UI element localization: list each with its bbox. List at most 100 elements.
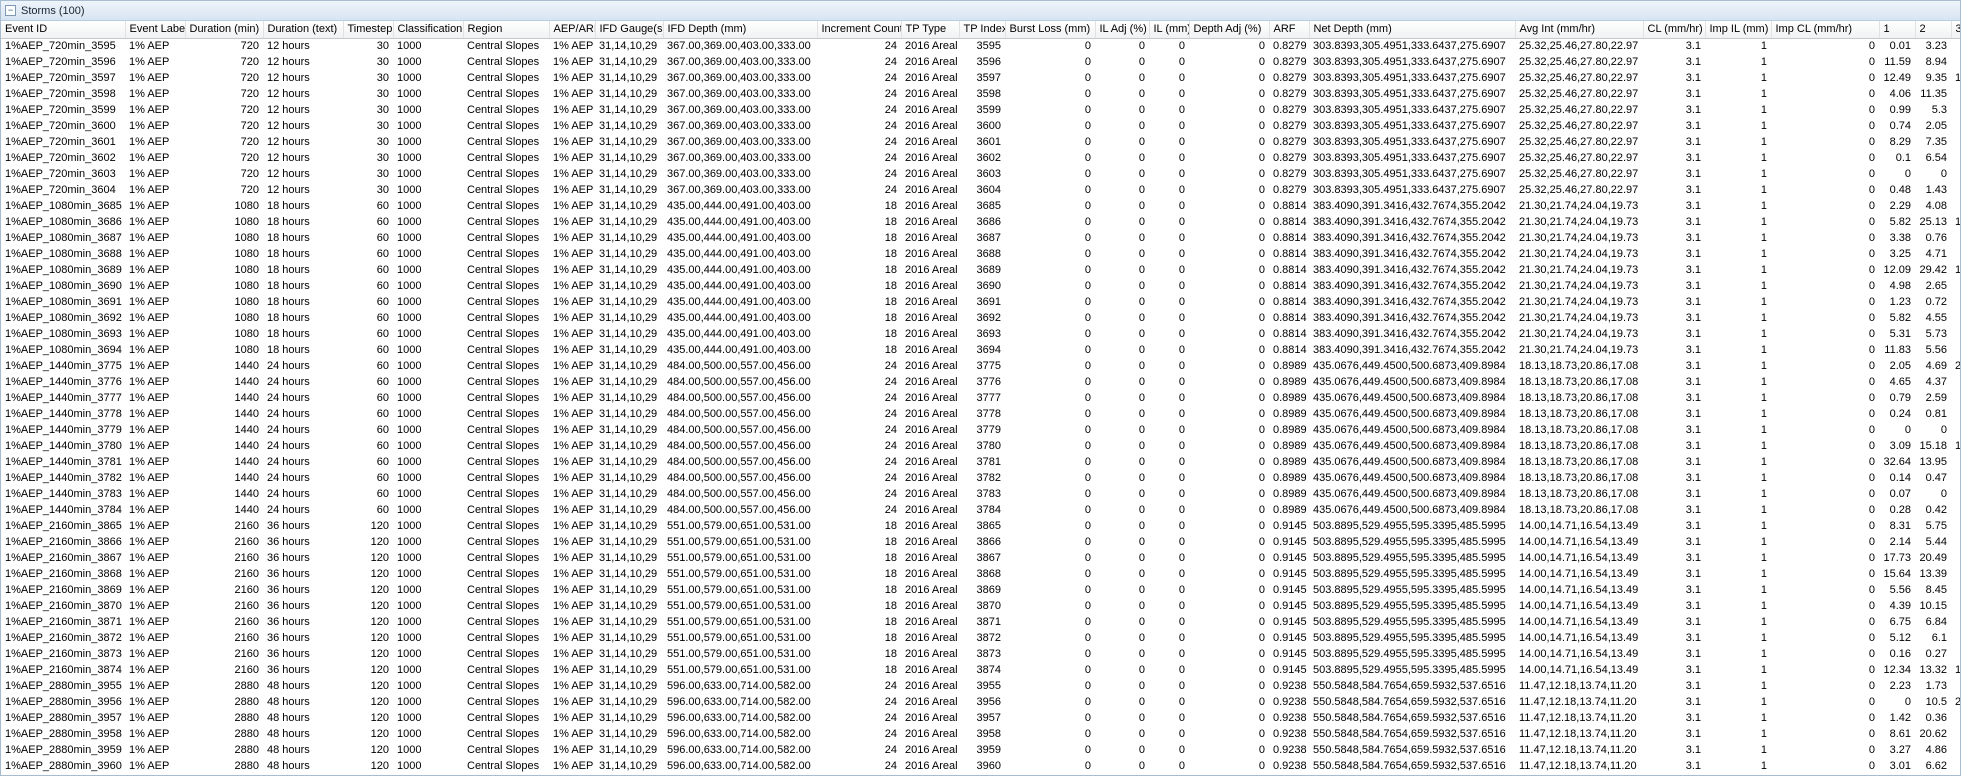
cell-arf[interactable]: 0.8814: [1269, 310, 1309, 326]
cell-il-adj[interactable]: 0: [1095, 630, 1149, 646]
cell-c2[interactable]: 0: [1915, 486, 1951, 502]
table-row[interactable]: 1%AEP_1440min_37791% AEP144024 hours6010…: [1, 422, 1961, 438]
cell-avg-int[interactable]: 25.32,25.46,27.80,22.97: [1515, 70, 1643, 86]
cell-tp-type[interactable]: 2016 Areal: [901, 438, 959, 454]
cell-duration-text[interactable]: 24 hours: [263, 502, 343, 518]
cell-event-label[interactable]: 1% AEP: [125, 166, 185, 182]
cell-il[interactable]: 0: [1149, 534, 1189, 550]
cell-c1[interactable]: 5.82: [1879, 214, 1915, 230]
cell-tp-index[interactable]: 3778: [959, 406, 1005, 422]
cell-cl[interactable]: 3.1: [1643, 694, 1705, 710]
cell-cl[interactable]: 3.1: [1643, 454, 1705, 470]
cell-arf[interactable]: 0.9145: [1269, 614, 1309, 630]
cell-tp-index[interactable]: 3602: [959, 150, 1005, 166]
cell-duration-text[interactable]: 36 hours: [263, 630, 343, 646]
cell-net-depth[interactable]: 503.8895,529.4955,595.3395,485.5995: [1309, 630, 1515, 646]
cell-duration-text[interactable]: 12 hours: [263, 182, 343, 198]
cell-ifd-gauges[interactable]: 31,14,10,29: [595, 694, 663, 710]
cell-imp-cl[interactable]: 0: [1771, 502, 1879, 518]
cell-c1[interactable]: 2.29: [1879, 198, 1915, 214]
cell-ifd-depth[interactable]: 367.00,369.00,403.00,333.00: [663, 182, 817, 198]
cell-event-label[interactable]: 1% AEP: [125, 438, 185, 454]
cell-ifd-gauges[interactable]: 31,14,10,29: [595, 310, 663, 326]
cell-event-label[interactable]: 1% AEP: [125, 262, 185, 278]
cell-duration-min[interactable]: 720: [185, 134, 263, 150]
cell-tp-index[interactable]: 3597: [959, 70, 1005, 86]
cell-avg-int[interactable]: 25.32,25.46,27.80,22.97: [1515, 134, 1643, 150]
cell-c2[interactable]: 29.42: [1915, 262, 1951, 278]
cell-cl[interactable]: 3.1: [1643, 678, 1705, 694]
cell-aep-ari[interactable]: 1% AEP: [549, 662, 595, 678]
cell-burst-loss[interactable]: 0: [1005, 118, 1095, 134]
cell-burst-loss[interactable]: 0: [1005, 150, 1095, 166]
cell-classification[interactable]: 1000: [393, 486, 463, 502]
cell-cl[interactable]: 3.1: [1643, 630, 1705, 646]
cell-duration-min[interactable]: 1080: [185, 214, 263, 230]
cell-duration-text[interactable]: 24 hours: [263, 358, 343, 374]
cell-event-label[interactable]: 1% AEP: [125, 518, 185, 534]
cell-imp-il[interactable]: 1: [1705, 646, 1771, 662]
cell-imp-il[interactable]: 1: [1705, 598, 1771, 614]
cell-il[interactable]: 0: [1149, 662, 1189, 678]
cell-net-depth[interactable]: 503.8895,529.4955,595.3395,485.5995: [1309, 646, 1515, 662]
cell-timestep[interactable]: 60: [343, 438, 393, 454]
cell-ifd-gauges[interactable]: 31,14,10,29: [595, 550, 663, 566]
cell-net-depth[interactable]: 303.8393,305.4951,333.6437,275.6907: [1309, 102, 1515, 118]
cell-c2[interactable]: 4.86: [1915, 742, 1951, 758]
cell-ifd-depth[interactable]: 596.00,633.00,714.00,582.00: [663, 694, 817, 710]
cell-duration-text[interactable]: 24 hours: [263, 470, 343, 486]
cell-depth-adj[interactable]: 0: [1189, 598, 1269, 614]
cell-increment-count[interactable]: 24: [817, 118, 901, 134]
cell-c1[interactable]: 11.83: [1879, 342, 1915, 358]
cell-c1[interactable]: 0.28: [1879, 502, 1915, 518]
cell-tp-type[interactable]: 2016 Areal: [901, 390, 959, 406]
cell-ifd-gauges[interactable]: 31,14,10,29: [595, 598, 663, 614]
cell-avg-int[interactable]: 21.30,21.74,24.04,19.73: [1515, 230, 1643, 246]
cell-timestep[interactable]: 60: [343, 294, 393, 310]
cell-event-label[interactable]: 1% AEP: [125, 646, 185, 662]
cell-duration-min[interactable]: 1080: [185, 326, 263, 342]
cell-cl[interactable]: 3.1: [1643, 502, 1705, 518]
cell-cl[interactable]: 3.1: [1643, 70, 1705, 86]
cell-il-adj[interactable]: 0: [1095, 102, 1149, 118]
cell-tp-index[interactable]: 3959: [959, 742, 1005, 758]
cell-c2[interactable]: 0.76: [1915, 230, 1951, 246]
cell-burst-loss[interactable]: 0: [1005, 710, 1095, 726]
cell-arf[interactable]: 0.8814: [1269, 278, 1309, 294]
table-row[interactable]: 1%AEP_1080min_36861% AEP108018 hours6010…: [1, 214, 1961, 230]
cell-duration-text[interactable]: 18 hours: [263, 342, 343, 358]
cell-burst-loss[interactable]: 0: [1005, 534, 1095, 550]
cell-duration-text[interactable]: 18 hours: [263, 326, 343, 342]
cell-c3[interactable]: [1951, 406, 1961, 422]
cell-tp-type[interactable]: 2016 Areal: [901, 326, 959, 342]
cell-classification[interactable]: 1000: [393, 582, 463, 598]
cell-c2[interactable]: 3.23: [1915, 38, 1951, 54]
cell-depth-adj[interactable]: 0: [1189, 230, 1269, 246]
cell-ifd-depth[interactable]: 484.00,500.00,557.00,456.00: [663, 438, 817, 454]
cell-aep-ari[interactable]: 1% AEP: [549, 710, 595, 726]
cell-event-id[interactable]: 1%AEP_2160min_3870: [1, 598, 125, 614]
cell-aep-ari[interactable]: 1% AEP: [549, 150, 595, 166]
cell-timestep[interactable]: 60: [343, 470, 393, 486]
cell-avg-int[interactable]: 18.13,18.73,20.86,17.08: [1515, 486, 1643, 502]
table-row[interactable]: 1%AEP_720min_35971% AEP72012 hours301000…: [1, 70, 1961, 86]
cell-tp-type[interactable]: 2016 Areal: [901, 358, 959, 374]
cell-tp-index[interactable]: 3872: [959, 630, 1005, 646]
table-row[interactable]: 1%AEP_1080min_36921% AEP108018 hours6010…: [1, 310, 1961, 326]
cell-ifd-depth[interactable]: 484.00,500.00,557.00,456.00: [663, 358, 817, 374]
cell-classification[interactable]: 1000: [393, 150, 463, 166]
cell-depth-adj[interactable]: 0: [1189, 134, 1269, 150]
cell-event-label[interactable]: 1% AEP: [125, 758, 185, 774]
cell-duration-text[interactable]: 24 hours: [263, 486, 343, 502]
table-row[interactable]: 1%AEP_1440min_37821% AEP144024 hours6010…: [1, 470, 1961, 486]
cell-net-depth[interactable]: 435.0676,449.4500,500.6873,409.8984: [1309, 454, 1515, 470]
cell-event-label[interactable]: 1% AEP: [125, 694, 185, 710]
cell-event-label[interactable]: 1% AEP: [125, 566, 185, 582]
cell-avg-int[interactable]: 14.00,14.71,16.54,13.49: [1515, 662, 1643, 678]
cell-il[interactable]: 0: [1149, 390, 1189, 406]
cell-ifd-depth[interactable]: 435.00,444.00,491.00,403.00: [663, 310, 817, 326]
cell-ifd-depth[interactable]: 551.00,579.00,651.00,531.00: [663, 662, 817, 678]
cell-il-adj[interactable]: 0: [1095, 646, 1149, 662]
cell-aep-ari[interactable]: 1% AEP: [549, 102, 595, 118]
cell-region[interactable]: Central Slopes: [463, 710, 549, 726]
